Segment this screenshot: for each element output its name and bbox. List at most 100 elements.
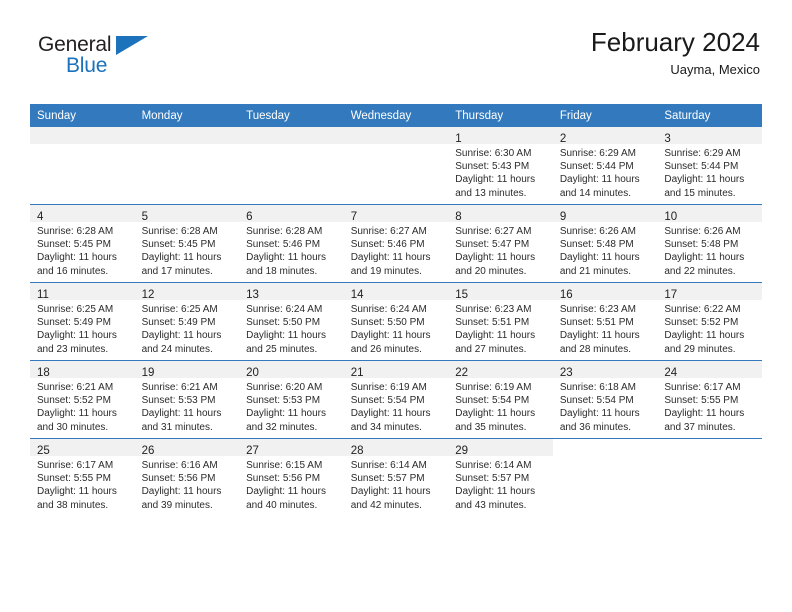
calendar-day-cell[interactable]: 2 Sunrise: 6:29 AM Sunset: 5:44 PM Daylight… [552,127,658,205]
calendar-day-cell[interactable]: 14 Sunrise: 6:24 AM Sunset: 5:50 PM Dayligh… [343,282,449,361]
daylight-text-line1: Daylight: 11 hours [455,408,536,420]
calendar-day-cell[interactable]: 8 Sunrise: 6:27 AM Sunset: 5:47 PM Daylight… [448,204,553,283]
page-header: General Blue February 2024 Uayma, Mexico [32,27,760,94]
calendar-week-row: 4 Sunrise: 6:28 AM Sunset: 5:45 PM Daylight… [30,204,762,283]
calendar-day-cell[interactable]: 12 Sunrise: 6:25 AM Sunset: 5:49 PM Dayligh… [134,282,240,361]
daylight-text-line1: Daylight: 11 hours [455,174,536,186]
sunrise-text: Sunrise: 6:17 AM [664,382,741,393]
daylight-text-line2: and 29 minutes. [664,343,736,355]
day-number: 24 [664,367,678,379]
day-number-band [134,127,240,144]
calendar-day-cell[interactable]: 1 Sunrise: 6:30 AM Sunset: 5:43 PM Daylight… [448,127,553,205]
day-number: 28 [350,445,364,457]
triangle-icon [116,36,148,55]
calendar-day-cell[interactable]: 29 Sunrise: 6:14 AM Sunset: 5:57 PM Dayligh… [448,438,553,516]
sunset-text: Sunset: 5:53 PM [246,395,321,407]
sunrise-text: Sunrise: 6:15 AM [246,460,323,471]
daylight-text-line2: and 14 minutes. [559,187,631,199]
calendar-day-cell[interactable]: 28 Sunrise: 6:14 AM Sunset: 5:57 PM Dayligh… [343,438,449,516]
sunset-text: Sunset: 5:45 PM [37,239,111,251]
day-number: 2 [559,133,567,145]
page-subtitle: Uayma, Mexico [670,61,760,77]
sunrise-text: Sunrise: 6:25 AM [141,304,218,315]
calendar-day-cell[interactable]: 20 Sunrise: 6:20 AM Sunset: 5:53 PM Dayligh… [239,360,344,439]
day-number-band: 1 [448,127,553,145]
daylight-text-line1: Daylight: 11 hours [664,408,745,420]
weekday-header-wednesday: Wednesday [343,104,449,127]
calendar-page: General Blue February 2024 Uayma, Mexico… [0,0,792,612]
calendar-day-cell[interactable]: 19 Sunrise: 6:21 AM Sunset: 5:53 PM Dayligh… [134,360,240,439]
day-number: 21 [350,367,364,379]
general-blue-logo[interactable]: General Blue [32,34,182,90]
calendar-day-cell[interactable]: 13 Sunrise: 6:24 AM Sunset: 5:50 PM Dayligh… [239,282,344,361]
day-number-band: 15 [448,283,553,301]
calendar-day-cell[interactable]: 4 Sunrise: 6:28 AM Sunset: 5:45 PM Daylight… [30,204,135,283]
daylight-text-line2: and 39 minutes. [141,499,213,511]
daylight-text-line2: and 30 minutes. [37,421,109,433]
calendar-day-cell[interactable]: 9 Sunrise: 6:26 AM Sunset: 5:48 PM Daylight… [552,204,658,283]
calendar-day-cell[interactable]: 15 Sunrise: 6:23 AM Sunset: 5:51 PM Dayligh… [448,282,553,361]
daylight-text-line1: Daylight: 11 hours [141,330,222,342]
sunset-text: Sunset: 5:44 PM [559,161,634,173]
calendar-day-cell[interactable]: 22 Sunrise: 6:19 AM Sunset: 5:54 PM Dayligh… [448,360,553,439]
sunset-text: Sunset: 5:52 PM [37,395,111,407]
sunrise-text: Sunrise: 6:19 AM [350,382,427,393]
day-info: Sunrise: 6:15 AM Sunset: 5:56 PM Daylight:… [239,456,344,512]
day-number-band: 11 [30,283,135,301]
sunrise-text: Sunrise: 6:25 AM [37,304,114,315]
calendar-day-cell[interactable]: 6 Sunrise: 6:28 AM Sunset: 5:46 PM Daylight… [239,204,344,283]
calendar-day-cell[interactable]: 18 Sunrise: 6:21 AM Sunset: 5:52 PM Dayligh… [30,360,135,439]
calendar-week-row: 11 Sunrise: 6:25 AM Sunset: 5:49 PM Dayligh… [30,282,762,361]
sunrise-text: Sunrise: 6:14 AM [350,460,427,471]
day-number: 20 [246,367,259,379]
sunrise-text: Sunrise: 6:16 AM [141,460,218,471]
day-number-band: 28 [343,439,449,457]
sunrise-text: Sunrise: 6:24 AM [350,304,427,315]
calendar-day-cell[interactable]: 7 Sunrise: 6:27 AM Sunset: 5:46 PM Daylight… [343,204,449,283]
day-info: Sunrise: 6:30 AM Sunset: 5:43 PM Daylight:… [448,144,553,200]
title-block: February 2024 Uayma, Mexico [591,27,760,77]
day-info: Sunrise: 6:14 AM Sunset: 5:57 PM Daylight:… [448,456,553,512]
day-number: 7 [350,211,358,223]
calendar-body: 1 Sunrise: 6:30 AM Sunset: 5:43 PM Daylight… [30,127,762,516]
sunrise-text: Sunrise: 6:14 AM [455,460,532,471]
calendar-day-cell[interactable]: 21 Sunrise: 6:19 AM Sunset: 5:54 PM Dayligh… [343,360,449,439]
day-number-band: 4 [30,205,135,223]
calendar-week-row: 18 Sunrise: 6:21 AM Sunset: 5:52 PM Dayligh… [30,360,762,439]
weekday-header-saturday: Saturday [657,104,762,127]
calendar-day-cell[interactable]: 23 Sunrise: 6:18 AM Sunset: 5:54 PM Dayligh… [552,360,658,439]
calendar-day-cell[interactable]: 10 Sunrise: 6:26 AM Sunset: 5:48 PM Dayligh… [657,204,762,283]
calendar-cell-empty [343,127,449,205]
calendar-day-cell[interactable]: 17 Sunrise: 6:22 AM Sunset: 5:52 PM Dayligh… [657,282,762,361]
day-info: Sunrise: 6:29 AM Sunset: 5:44 PM Daylight:… [553,144,658,200]
sunset-text: Sunset: 5:55 PM [664,395,739,407]
day-info: Sunrise: 6:23 AM Sunset: 5:51 PM Daylight:… [553,300,658,356]
daylight-text-line1: Daylight: 11 hours [559,330,640,342]
calendar-week-row: 25 Sunrise: 6:17 AM Sunset: 5:55 PM Dayligh… [30,438,762,516]
day-number-band: 22 [448,361,553,379]
day-info: Sunrise: 6:26 AM Sunset: 5:48 PM Daylight:… [657,222,762,278]
calendar-day-cell[interactable]: 5 Sunrise: 6:28 AM Sunset: 5:45 PM Daylight… [134,204,240,283]
sunrise-text: Sunrise: 6:29 AM [559,148,636,159]
day-number: 22 [455,367,469,379]
day-number-band: 3 [657,127,762,145]
day-info: Sunrise: 6:27 AM Sunset: 5:46 PM Daylight:… [344,222,449,278]
sunset-text: Sunset: 5:47 PM [455,239,530,251]
day-info: Sunrise: 6:24 AM Sunset: 5:50 PM Daylight:… [344,300,449,356]
daylight-text-line2: and 23 minutes. [37,343,109,355]
sunset-text: Sunset: 5:54 PM [559,395,634,407]
sunrise-text: Sunrise: 6:24 AM [246,304,323,315]
calendar-day-cell[interactable]: 3 Sunrise: 6:29 AM Sunset: 5:44 PM Daylight… [657,127,762,205]
day-number-band: 5 [134,205,240,223]
calendar-day-cell[interactable]: 26 Sunrise: 6:16 AM Sunset: 5:56 PM Dayligh… [134,438,240,516]
calendar-day-cell[interactable]: 11 Sunrise: 6:25 AM Sunset: 5:49 PM Dayligh… [30,282,135,361]
calendar-day-cell[interactable]: 24 Sunrise: 6:17 AM Sunset: 5:55 PM Dayligh… [657,360,762,439]
sunset-text: Sunset: 5:48 PM [664,239,739,251]
sunset-text: Sunset: 5:51 PM [455,317,530,329]
calendar-day-cell[interactable]: 16 Sunrise: 6:23 AM Sunset: 5:51 PM Dayligh… [552,282,658,361]
sunrise-text: Sunrise: 6:26 AM [664,226,741,237]
daylight-text-line2: and 40 minutes. [246,499,318,511]
calendar-day-cell[interactable]: 25 Sunrise: 6:17 AM Sunset: 5:55 PM Dayligh… [30,438,135,516]
sunrise-text: Sunrise: 6:19 AM [455,382,532,393]
calendar-day-cell[interactable]: 27 Sunrise: 6:15 AM Sunset: 5:56 PM Dayligh… [239,438,344,516]
